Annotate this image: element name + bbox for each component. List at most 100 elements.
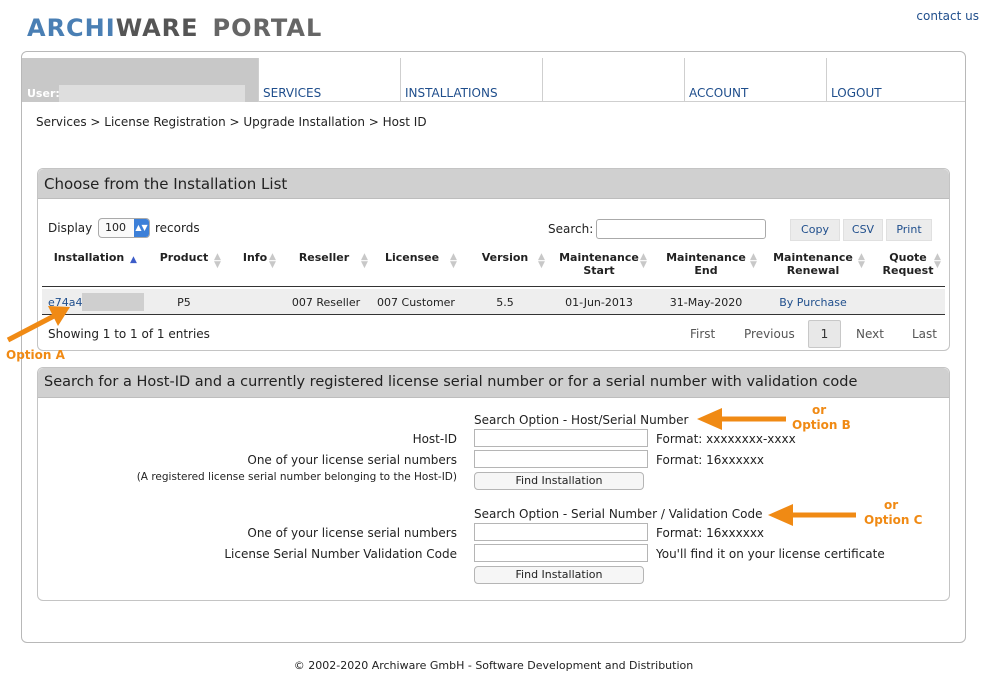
cell-maint-start: 01-Jun-2013 <box>565 296 633 309</box>
col-licensee-label: Licensee <box>384 251 440 264</box>
sort-both-icon: ▲ ▼ <box>269 252 276 270</box>
col-quote-l2: Request <box>882 264 934 277</box>
pager-first[interactable]: First <box>690 327 715 341</box>
sort-both-icon: ▲ ▼ <box>858 252 865 270</box>
option-c-title: Search Option - Serial Number / Validati… <box>474 507 763 521</box>
col-maintenance-end[interactable]: Maintenance End <box>662 251 750 277</box>
col-info[interactable]: Info <box>238 251 272 264</box>
col-maint-end-l1: Maintenance <box>666 251 746 264</box>
col-maint-end-l2: End <box>694 264 718 277</box>
sort-both-icon: ▲ ▼ <box>538 252 545 270</box>
logo-archi: ARCHI <box>27 14 116 42</box>
host-id-label: Host-ID <box>412 432 457 446</box>
cell-product: P5 <box>177 296 191 309</box>
tab-account[interactable]: ACCOUNT <box>684 58 826 102</box>
col-quote-request[interactable]: Quote Request <box>874 251 942 277</box>
csv-button[interactable]: CSV <box>843 219 883 241</box>
col-maintenance-start[interactable]: Maintenance Start <box>554 251 644 277</box>
validation-code-label: License Serial Number Validation Code <box>224 547 457 561</box>
sort-asc-icon: ▲ <box>130 255 137 265</box>
copy-button[interactable]: Copy <box>790 219 840 241</box>
tab-empty <box>542 58 684 102</box>
installation-id-redacted <box>82 293 144 311</box>
serial-note: (A registered license serial number belo… <box>136 471 457 483</box>
validation-code-input[interactable] <box>474 544 648 562</box>
pager-current-page[interactable]: 1 <box>808 320 841 348</box>
sort-both-icon: ▲ ▼ <box>361 252 368 270</box>
host-id-format: Format: xxxxxxxx-xxxx <box>656 432 796 446</box>
col-maint-start-l1: Maintenance <box>559 251 639 264</box>
search-panel-title: Search for a Host-ID and a currently reg… <box>38 368 949 398</box>
tab-installations[interactable]: INSTALLATIONS <box>400 58 542 102</box>
display-label: Display <box>48 221 93 235</box>
col-product[interactable]: Product <box>156 251 212 264</box>
installation-list-panel: Choose from the Installation List Displa… <box>37 168 950 351</box>
option-b-title: Search Option - Host/Serial Number <box>474 413 689 427</box>
pager-last[interactable]: Last <box>912 327 937 341</box>
host-id-input[interactable] <box>474 429 648 447</box>
option-b-label: Option B <box>792 418 851 432</box>
user-label: User: <box>27 87 60 100</box>
records-label: records <box>155 221 200 235</box>
col-product-label: Product <box>159 251 209 264</box>
chevron-updown-icon: ▲▼ <box>134 219 149 237</box>
table-header-divider <box>42 286 945 287</box>
cell-version: 5.5 <box>496 296 514 309</box>
col-reseller[interactable]: Reseller <box>290 251 358 264</box>
sort-both-icon: ▲ ▼ <box>450 252 457 270</box>
tab-logout-label[interactable]: LOGOUT <box>831 86 882 100</box>
tab-logout[interactable]: LOGOUT <box>826 58 968 102</box>
col-version[interactable]: Version <box>474 251 536 264</box>
pager-previous[interactable]: Previous <box>744 327 795 341</box>
sort-both-icon: ▲ ▼ <box>214 252 221 270</box>
col-reseller-label: Reseller <box>298 251 350 264</box>
pager-next[interactable]: Next <box>856 327 884 341</box>
tab-services[interactable]: SERVICES <box>258 58 400 102</box>
installation-link[interactable]: e74a4 <box>48 296 83 309</box>
col-quote-l1: Quote <box>889 251 927 264</box>
sort-both-icon: ▲ ▼ <box>640 252 647 270</box>
records-per-page-value: 100 <box>105 221 126 234</box>
tab-services-label[interactable]: SERVICES <box>263 86 321 100</box>
col-maintenance-renewal[interactable]: Maintenance Renewal <box>768 251 858 277</box>
tab-installations-label[interactable]: INSTALLATIONS <box>405 86 498 100</box>
cell-licensee: 007 Customer <box>377 296 455 309</box>
installation-list-title: Choose from the Installation List <box>38 169 949 199</box>
serial-label-c: One of your license serial numbers <box>247 526 457 540</box>
serial-input-b[interactable] <box>474 450 648 468</box>
logo-ware: WARE <box>115 14 199 42</box>
sort-both-icon: ▲ ▼ <box>934 252 941 270</box>
col-info-label: Info <box>242 251 268 264</box>
contact-us-link[interactable]: contact us <box>916 9 979 23</box>
sort-both-icon: ▲ ▼ <box>750 252 757 270</box>
serial-format-c: Format: 16xxxxxx <box>656 526 765 540</box>
find-installation-button-c[interactable]: Find Installation <box>474 566 644 584</box>
serial-format-b: Format: 16xxxxxx <box>656 453 765 467</box>
cell-reseller: 007 Reseller <box>291 296 361 309</box>
serial-label-b: One of your license serial numbers <box>247 453 457 467</box>
user-box: User: <box>22 58 258 102</box>
serial-input-c[interactable] <box>474 523 648 541</box>
search-label: Search: <box>548 222 594 236</box>
user-name-redacted <box>59 85 245 102</box>
validation-code-hint: You'll find it on your license certifica… <box>656 547 885 561</box>
logo-portal: PORTAL <box>212 14 323 42</box>
nav-bar: User: SERVICES INSTALLATIONS ACCOUNT LOG… <box>22 52 965 102</box>
find-installation-button-b[interactable]: Find Installation <box>474 472 644 490</box>
breadcrumb: Services > License Registration > Upgrad… <box>36 115 427 129</box>
col-installation-label: Installation <box>53 251 125 264</box>
cell-maint-renewal[interactable]: By Purchase <box>768 296 858 309</box>
tab-account-label[interactable]: ACCOUNT <box>689 86 748 100</box>
records-per-page-select[interactable]: 100 ▲▼ <box>98 218 150 238</box>
col-version-label: Version <box>481 251 529 264</box>
archiware-logo: ARCHIWARE PORTAL <box>27 14 322 42</box>
table-search-input[interactable] <box>596 219 766 239</box>
option-c-label: Option C <box>864 513 923 527</box>
col-maint-renewal-l2: Renewal <box>786 264 840 277</box>
col-installation[interactable]: Installation <box>52 251 126 264</box>
print-button[interactable]: Print <box>886 219 932 241</box>
cell-maint-end: 31-May-2020 <box>669 296 743 309</box>
option-c-or: or <box>884 498 899 512</box>
footer-copyright: © 2002-2020 Archiware GmbH - Software De… <box>293 659 694 672</box>
col-licensee[interactable]: Licensee <box>378 251 446 264</box>
